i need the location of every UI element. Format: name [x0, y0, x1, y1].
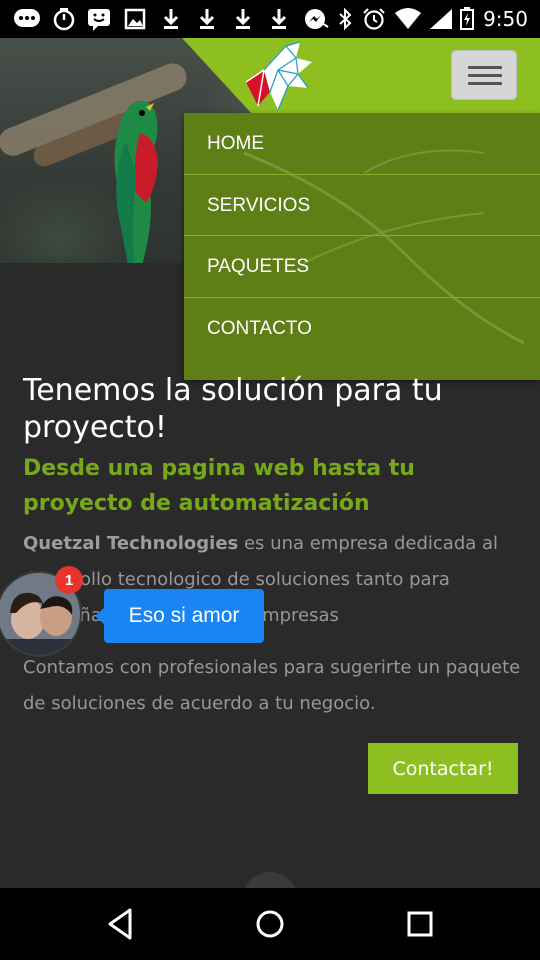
signal-icon — [430, 9, 452, 29]
nav-dropdown: HOME SERVICIOS PAQUETES CONTACTO — [184, 113, 540, 380]
nav-item-contacto[interactable]: CONTACTO — [184, 298, 540, 360]
system-navigation-bar — [0, 888, 540, 960]
hamburger-icon — [468, 66, 502, 69]
wifi-icon — [395, 8, 421, 29]
contactar-button[interactable]: Contactar! — [368, 743, 518, 794]
download-icon — [235, 9, 251, 29]
home-icon[interactable] — [252, 906, 288, 942]
page-subheadline: Desde una pagina web hasta tu proyecto d… — [23, 456, 415, 516]
download-icon — [199, 9, 215, 29]
messenger-icon — [305, 9, 329, 29]
quetzal-bird-image — [114, 100, 158, 263]
download-icon — [271, 9, 287, 29]
battery-icon — [460, 7, 474, 30]
quetzal-logo[interactable] — [238, 40, 314, 114]
download-icon — [163, 9, 179, 29]
second-paragraph: Contamos con profesionales para sugerirt… — [23, 657, 521, 714]
hamburger-icon-bar — [468, 74, 502, 77]
notification-badge: 1 — [55, 566, 83, 594]
image-icon — [124, 8, 146, 30]
chat-message-bubble[interactable]: Eso si amor — [104, 589, 264, 643]
timer-icon — [53, 8, 75, 31]
hamburger-menu-button[interactable] — [451, 50, 517, 100]
bluetooth-icon — [339, 7, 352, 31]
status-time: 9:50 — [483, 7, 528, 31]
hamburger-icon-bar — [468, 82, 502, 85]
recents-icon[interactable] — [404, 906, 436, 942]
page-headline: Tenemos la solución para tu proyecto! — [23, 373, 443, 445]
nav-item-paquetes[interactable]: PAQUETES — [184, 236, 540, 298]
messaging-icon — [14, 9, 40, 27]
chat-icon — [88, 9, 110, 31]
main-content: Tenemos la solución para tu proyecto! De… — [23, 372, 523, 722]
nav-item-servicios[interactable]: SERVICIOS — [184, 175, 540, 236]
nav-item-home[interactable]: HOME — [184, 113, 540, 175]
company-name: Quetzal Technologies — [23, 533, 239, 554]
screen: 9:50 HOME SERVICIOS PAQUETES CONTACTO Te… — [0, 0, 540, 960]
status-bar: 9:50 — [0, 0, 540, 38]
alarm-icon — [363, 8, 385, 30]
back-icon[interactable] — [104, 906, 136, 942]
